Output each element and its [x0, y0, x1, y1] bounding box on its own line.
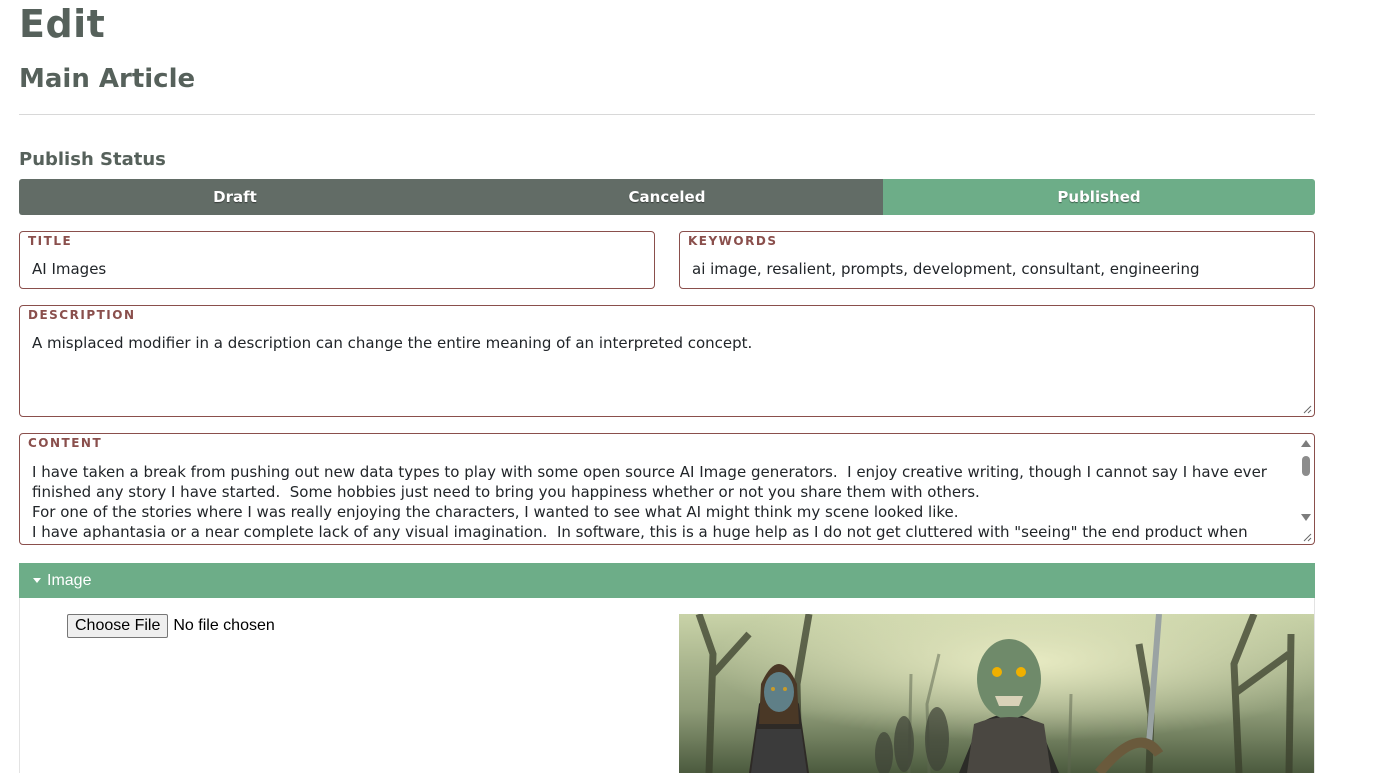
- caret-down-icon: [33, 578, 41, 583]
- scroll-thumb[interactable]: [1302, 456, 1310, 476]
- resize-grip-icon[interactable]: [1302, 532, 1312, 542]
- content-field[interactable]: CONTENT I have taken a break from pushin…: [19, 433, 1315, 545]
- image-section-toggle[interactable]: Image: [19, 563, 1315, 598]
- article-title: Main Article: [19, 64, 196, 94]
- status-canceled-button[interactable]: Canceled: [451, 179, 883, 215]
- scroll-up-icon[interactable]: [1301, 440, 1311, 447]
- content-field-label: CONTENT: [28, 436, 103, 450]
- choose-file-button[interactable]: Choose File: [67, 614, 169, 638]
- divider: [19, 114, 1315, 115]
- keywords-field[interactable]: KEYWORDS ai image, resalient, prompts, d…: [679, 231, 1315, 289]
- title-field-label: TITLE: [28, 234, 73, 248]
- image-preview: [679, 614, 1314, 773]
- scroll-down-icon[interactable]: [1301, 514, 1311, 521]
- title-input[interactable]: AI Images: [32, 260, 642, 278]
- publish-status-selector: Draft Canceled Published: [19, 179, 1315, 215]
- description-field-label: DESCRIPTION: [28, 308, 136, 322]
- status-published-button[interactable]: Published: [883, 179, 1315, 215]
- description-field[interactable]: DESCRIPTION A misplaced modifier in a de…: [19, 305, 1315, 417]
- image-section-title: Image: [47, 571, 92, 589]
- file-upload: Choose File No file chosen: [67, 614, 275, 638]
- keywords-input[interactable]: ai image, resalient, prompts, developmen…: [692, 260, 1302, 278]
- content-scrollbar[interactable]: [1300, 440, 1312, 536]
- status-draft-button[interactable]: Draft: [19, 179, 451, 215]
- keywords-field-label: KEYWORDS: [688, 234, 778, 248]
- description-textarea[interactable]: A misplaced modifier in a description ca…: [32, 334, 1302, 352]
- publish-status-label: Publish Status: [19, 149, 166, 170]
- page-title: Edit: [19, 2, 106, 46]
- content-textarea[interactable]: I have taken a break from pushing out ne…: [32, 462, 1274, 544]
- resize-grip-icon[interactable]: [1302, 404, 1312, 414]
- file-status-text: No file chosen: [173, 617, 275, 634]
- preview-image: [679, 614, 1314, 773]
- title-field[interactable]: TITLE AI Images: [19, 231, 655, 289]
